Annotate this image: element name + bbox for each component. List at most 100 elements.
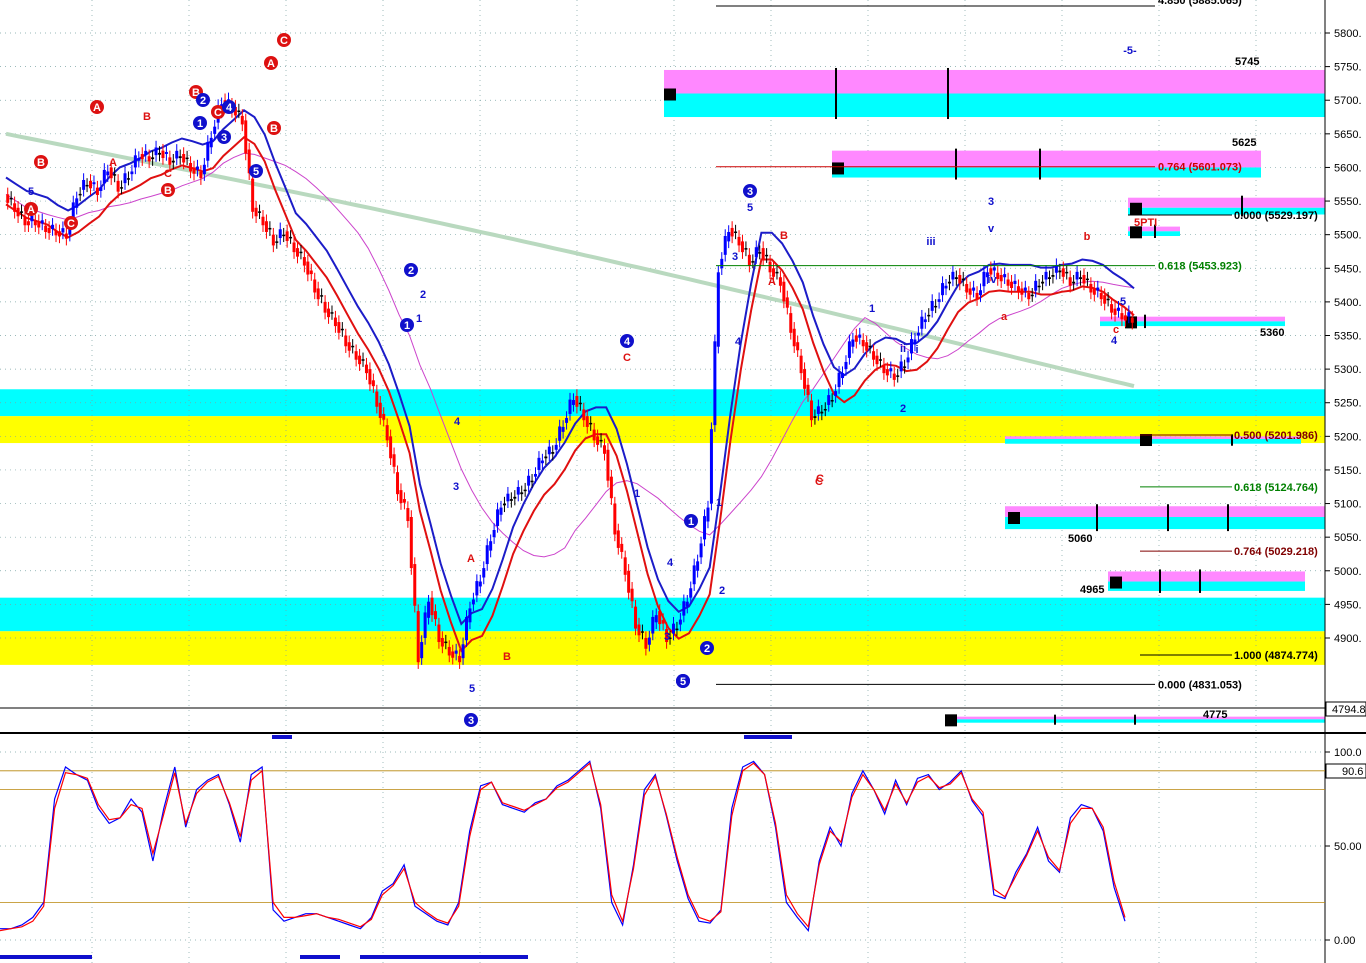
fib-label: 0.000 (4831.053) [1158, 679, 1242, 691]
target-box-anchor [1110, 576, 1122, 589]
candle-body [271, 234, 275, 246]
candle-body [209, 137, 213, 148]
candle-body [782, 281, 786, 302]
candle-body [1099, 292, 1103, 300]
wave-label: 3 [453, 481, 459, 493]
candle-body [678, 619, 682, 625]
oscillator-axis: 100.0 50.00 0.00 90.6 [1325, 747, 1366, 947]
wave-label: A [467, 553, 475, 565]
candle-body [827, 395, 831, 405]
candle-body [865, 342, 869, 351]
wave-circle-label: 1 [404, 320, 410, 332]
candle-body [275, 241, 279, 243]
target-box-magenta [664, 69, 1325, 94]
period-marker [744, 735, 792, 739]
target-label: 5360 [1260, 327, 1284, 339]
candle-body [192, 167, 196, 174]
candle-body [382, 413, 386, 420]
candle-body [692, 565, 696, 585]
candle-body [1068, 277, 1072, 286]
candle-body [61, 228, 65, 233]
candle-body [1013, 280, 1017, 284]
fib-label: 1.000 (4874.774) [1234, 650, 1318, 662]
candle-body [571, 400, 575, 405]
candle-body [1106, 298, 1110, 301]
candle-body [99, 187, 103, 191]
candle-body [530, 480, 534, 483]
candle-body [1006, 279, 1010, 286]
candle-body [758, 252, 762, 254]
candle-body [723, 236, 727, 255]
wave-label: 4 [735, 336, 742, 348]
price-tick-label: 5000. [1334, 566, 1362, 578]
candle-body [392, 454, 396, 467]
candle-body [906, 357, 910, 363]
candle-body [1127, 312, 1131, 317]
osc-tick-label: 0.00 [1334, 935, 1355, 947]
candle-body [765, 254, 769, 257]
candle-body [727, 231, 731, 242]
candle-body [778, 277, 782, 286]
price-tick-label: 5700. [1334, 95, 1362, 107]
osc-period-marker [0, 955, 92, 959]
candle-body [506, 493, 510, 502]
candle-body [189, 162, 193, 172]
candle-body [585, 416, 589, 427]
candle-body [161, 150, 165, 159]
target-box-cyan [1005, 517, 1325, 530]
zone-cyan [0, 389, 1325, 417]
candle-body [689, 588, 693, 598]
wave-label: 5 [28, 186, 34, 198]
candle-body [64, 233, 68, 239]
upper-band [5, 109, 1135, 626]
candle-body [454, 650, 458, 654]
candle-body [565, 417, 569, 423]
target-box-anchor [1140, 434, 1152, 447]
wave-label: 2 [719, 585, 725, 597]
target-label: 5745 [1235, 56, 1259, 68]
candle-body [889, 368, 893, 372]
candle-body [137, 158, 141, 161]
candle-body [396, 472, 400, 495]
candle-body [920, 316, 924, 329]
candle-body [120, 187, 124, 189]
zone-yellow [0, 631, 1325, 665]
candle-body [327, 308, 331, 318]
candle-body [413, 564, 417, 606]
candle-body [830, 400, 834, 402]
candle-body [623, 557, 627, 575]
candle-body [340, 328, 344, 331]
candle-body [375, 391, 379, 407]
candle-body [878, 359, 882, 361]
candle-body [57, 231, 61, 237]
candle-body [516, 486, 520, 495]
candle-body [78, 193, 82, 196]
candle-body [475, 581, 479, 596]
candle-body [16, 207, 20, 217]
candle-body [547, 446, 551, 455]
candle-body [106, 171, 110, 176]
candle-body [251, 178, 255, 212]
candle-body [892, 373, 896, 380]
wave-label: iii [926, 236, 935, 248]
target-label: 4965 [1080, 584, 1104, 596]
wave-label: C [623, 352, 631, 364]
candle-body [654, 615, 658, 623]
wave-label: A [109, 157, 117, 169]
candle-body [792, 328, 796, 347]
candle-body [89, 180, 93, 189]
candle-body [1085, 278, 1089, 281]
candle-body [13, 203, 17, 212]
candle-body [1016, 286, 1020, 293]
candle-body [713, 341, 717, 426]
candle-body [954, 277, 958, 280]
wave-label: -5- [1123, 45, 1137, 57]
wave-label: 1 [416, 313, 422, 325]
price-tick-label: 5550. [1334, 196, 1362, 208]
fib-label: 0.764 (5029.218) [1234, 546, 1318, 558]
candle-body [489, 541, 493, 551]
candle-body [478, 581, 482, 587]
wave-label: 4 [454, 416, 461, 428]
candle-body [171, 160, 175, 163]
candle-body [809, 400, 813, 421]
